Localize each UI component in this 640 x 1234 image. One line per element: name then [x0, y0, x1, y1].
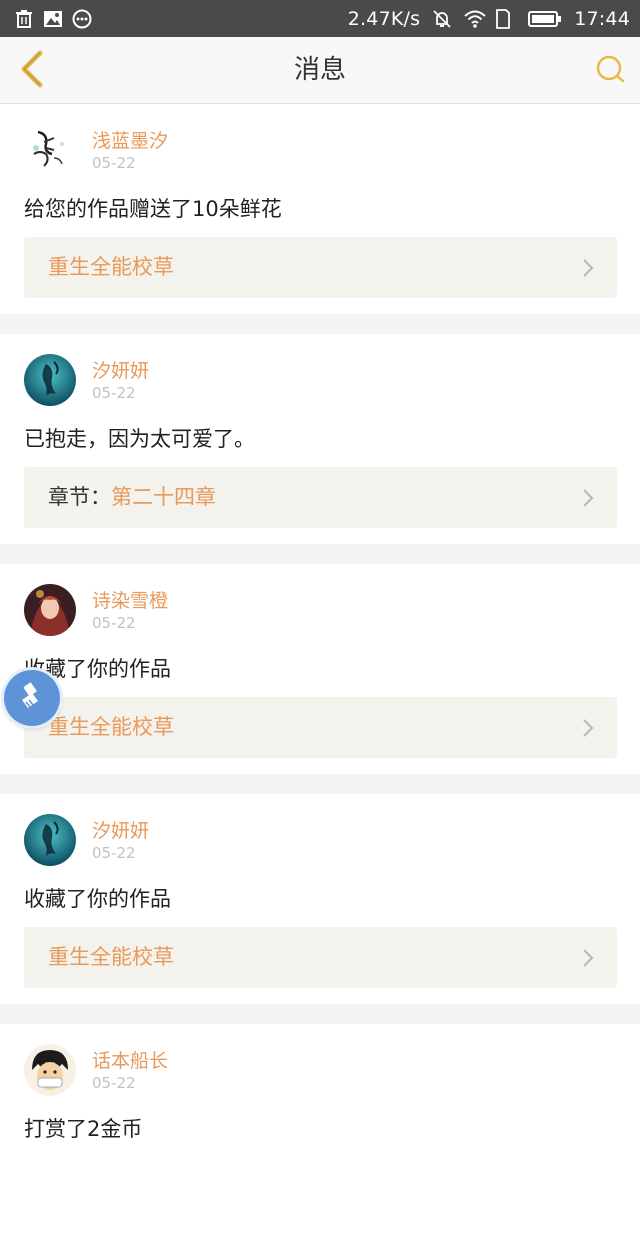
- message-text: 给您的作品赠送了10朵鲜花: [24, 197, 282, 221]
- message-card: 诗染雪橙 05-22 收藏了你的作品 重生全能校草: [0, 564, 640, 774]
- floating-clean-button[interactable]: [4, 670, 60, 726]
- username[interactable]: 话本船长: [92, 1046, 168, 1073]
- username[interactable]: 浅蓝墨汐: [92, 126, 168, 153]
- message-card: 浅蓝墨汐 05-22 给您的作品赠送了10朵鲜花 重生全能校草: [0, 104, 640, 314]
- status-bar: 2.47K/s 17:44: [0, 0, 640, 37]
- broom-icon: [17, 681, 47, 715]
- message-date: 05-22: [92, 384, 136, 402]
- network-speed: 2.47K/s: [347, 7, 421, 30]
- mute-icon: [432, 9, 452, 29]
- search-icon: [594, 53, 626, 89]
- message-date: 05-22: [92, 844, 136, 862]
- chapter-reference[interactable]: 章节：第二十四章: [24, 467, 617, 528]
- work-reference[interactable]: 重生全能校草: [24, 697, 617, 758]
- username[interactable]: 诗染雪橙: [92, 586, 168, 613]
- reference-title: 重生全能校草: [48, 255, 174, 279]
- message-date: 05-22: [92, 1074, 136, 1092]
- chevron-right-icon: [581, 487, 595, 509]
- username[interactable]: 汐妍妍: [92, 356, 149, 383]
- message-text: 收藏了你的作品: [24, 887, 171, 911]
- status-bar-right: 2.47K/s 17:44: [348, 8, 630, 30]
- message-text: 已抱走，因为太可爱了。: [24, 427, 255, 451]
- sim-icon: [496, 8, 516, 29]
- message-date: 05-22: [92, 614, 136, 632]
- work-reference[interactable]: 重生全能校草: [24, 927, 617, 988]
- message-text: 打赏了2金币: [24, 1117, 143, 1141]
- status-bar-left: [14, 9, 92, 29]
- avatar[interactable]: [24, 814, 76, 866]
- message-card: 汐妍妍 05-22 收藏了你的作品 重生全能校草: [0, 794, 640, 1004]
- reference-text: 重生全能校草: [48, 927, 174, 988]
- trash-icon: [14, 9, 34, 29]
- nav-bar: 消息: [0, 37, 640, 104]
- chevron-right-icon: [581, 717, 595, 739]
- reference-title: 第二十四章: [111, 485, 216, 509]
- reference-title: 重生全能校草: [48, 715, 174, 739]
- avatar[interactable]: [24, 124, 76, 176]
- avatar[interactable]: [24, 1044, 76, 1096]
- more-circle-icon: [72, 9, 92, 29]
- clock: 17:44: [574, 7, 630, 30]
- avatar[interactable]: [24, 354, 76, 406]
- reference-text: 重生全能校草: [48, 237, 174, 298]
- reference-title: 重生全能校草: [48, 945, 174, 969]
- reference-text: 章节：第二十四章: [48, 467, 216, 528]
- battery-icon: [528, 9, 562, 29]
- reference-text: 重生全能校草: [48, 697, 174, 758]
- message-card: 话本船长 05-22 打赏了2金币: [0, 1024, 640, 1234]
- page-title: 消息: [293, 55, 346, 85]
- search-button[interactable]: [592, 53, 628, 89]
- username[interactable]: 汐妍妍: [92, 816, 149, 843]
- work-reference[interactable]: 重生全能校草: [24, 237, 617, 298]
- chevron-right-icon: [581, 947, 595, 969]
- message-list: 浅蓝墨汐 05-22 给您的作品赠送了10朵鲜花 重生全能校草 汐妍妍 05-2…: [0, 104, 640, 1234]
- image-icon: [43, 9, 63, 29]
- message-card: 汐妍妍 05-22 已抱走，因为太可爱了。 章节：第二十四章: [0, 334, 640, 544]
- message-date: 05-22: [92, 154, 136, 172]
- avatar[interactable]: [24, 584, 76, 636]
- reference-prefix: 章节：: [48, 485, 111, 509]
- wifi-icon: [464, 9, 486, 29]
- chevron-right-icon: [581, 257, 595, 279]
